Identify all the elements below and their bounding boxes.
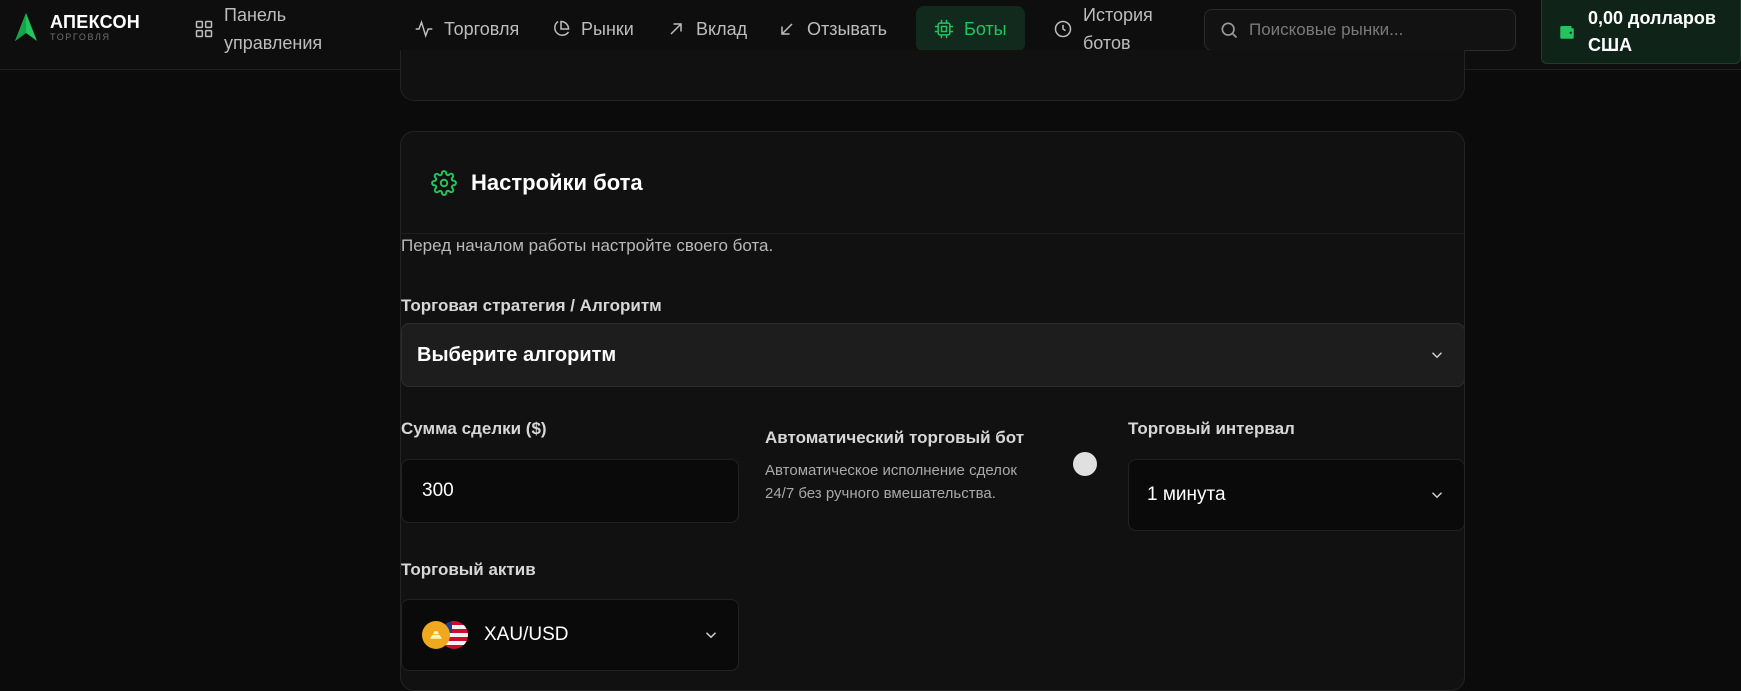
- grid-icon: [194, 19, 214, 39]
- asset-select-value: XAU/USD: [484, 624, 569, 645]
- card-description: Перед началом работы настройте своего бо…: [401, 236, 774, 255]
- asset-label: Торговый актив: [401, 560, 536, 579]
- search-input[interactable]: [1249, 20, 1509, 40]
- nav-bots[interactable]: Боты: [916, 6, 1025, 52]
- previous-card: [400, 50, 1465, 101]
- chevron-down-icon: [1428, 486, 1446, 504]
- auto-bot-description: Автоматическое исполнение сделок 24/7 бе…: [765, 462, 1017, 502]
- clock-icon: [1053, 19, 1073, 39]
- nav-deposit-label: Вклад: [696, 19, 748, 39]
- arrow-down-left-icon: [777, 19, 797, 39]
- nav-withdraw-label: Отзывать: [807, 19, 888, 39]
- pie-chart-icon: [551, 19, 571, 39]
- card-title: Настройки бота: [471, 169, 643, 195]
- chevron-down-icon: [702, 626, 720, 644]
- nav-dashboard-label: Панель управления: [224, 5, 323, 53]
- auto-bot-toggle[interactable]: [1073, 452, 1097, 476]
- search-icon: [1221, 22, 1238, 39]
- logo-icon: [15, 13, 37, 41]
- chevron-down-icon: [1428, 346, 1446, 364]
- asset-flags: [422, 621, 468, 649]
- gear-icon: [431, 169, 457, 196]
- asset-select[interactable]: XAU/USD: [401, 599, 739, 671]
- nav-markets[interactable]: Рынки: [551, 15, 634, 43]
- nav-trading[interactable]: Торговля: [414, 15, 519, 43]
- nav-withdraw[interactable]: Отзывать: [777, 15, 887, 43]
- nav-trading-label: Торговля: [444, 19, 520, 39]
- wallet-balance: 0,00 долларов США: [1588, 7, 1716, 55]
- nav-markets-label: Рынки: [581, 19, 634, 39]
- strategy-select[interactable]: Выберите алгоритм: [401, 323, 1464, 387]
- nav-dashboard[interactable]: Панель управления: [194, 0, 344, 58]
- amount-label: Сумма сделки ($): [401, 419, 547, 438]
- bot-settings-card: Настройки бота Перед началом работы наст…: [400, 131, 1465, 691]
- strategy-select-value: Выберите алгоритм: [417, 343, 617, 366]
- nav-bots-label: Боты: [964, 19, 1007, 39]
- cpu-icon: [934, 19, 954, 39]
- brand-name: АПЕКСОН: [50, 12, 141, 32]
- gold-icon: [422, 621, 450, 649]
- wallet-balance-button[interactable]: 0,00 долларов США: [1541, 0, 1741, 64]
- brand-subtitle: ТОРГОВЛЯ: [50, 32, 111, 42]
- strategy-label: Торговая стратегия / Алгоритм: [401, 296, 662, 315]
- search-box[interactable]: [1204, 9, 1516, 51]
- card-header: Настройки бота: [401, 132, 1464, 234]
- wallet-icon: [1560, 25, 1574, 39]
- interval-select[interactable]: 1 минута: [1128, 459, 1464, 531]
- interval-select-value: 1 минута: [1147, 484, 1226, 505]
- auto-bot-title: Автоматический торговый бот: [765, 428, 1025, 447]
- logo[interactable]: АПЕКСОН ТОРГОВЛЯ: [14, 12, 140, 42]
- amount-input[interactable]: 300: [401, 459, 739, 523]
- activity-icon: [414, 19, 434, 39]
- nav-bot-history-label: История ботов: [1083, 5, 1153, 53]
- interval-label: Торговый интервал: [1128, 419, 1295, 438]
- nav-deposit[interactable]: Вклад: [666, 15, 747, 43]
- arrow-up-right-icon: [666, 19, 686, 39]
